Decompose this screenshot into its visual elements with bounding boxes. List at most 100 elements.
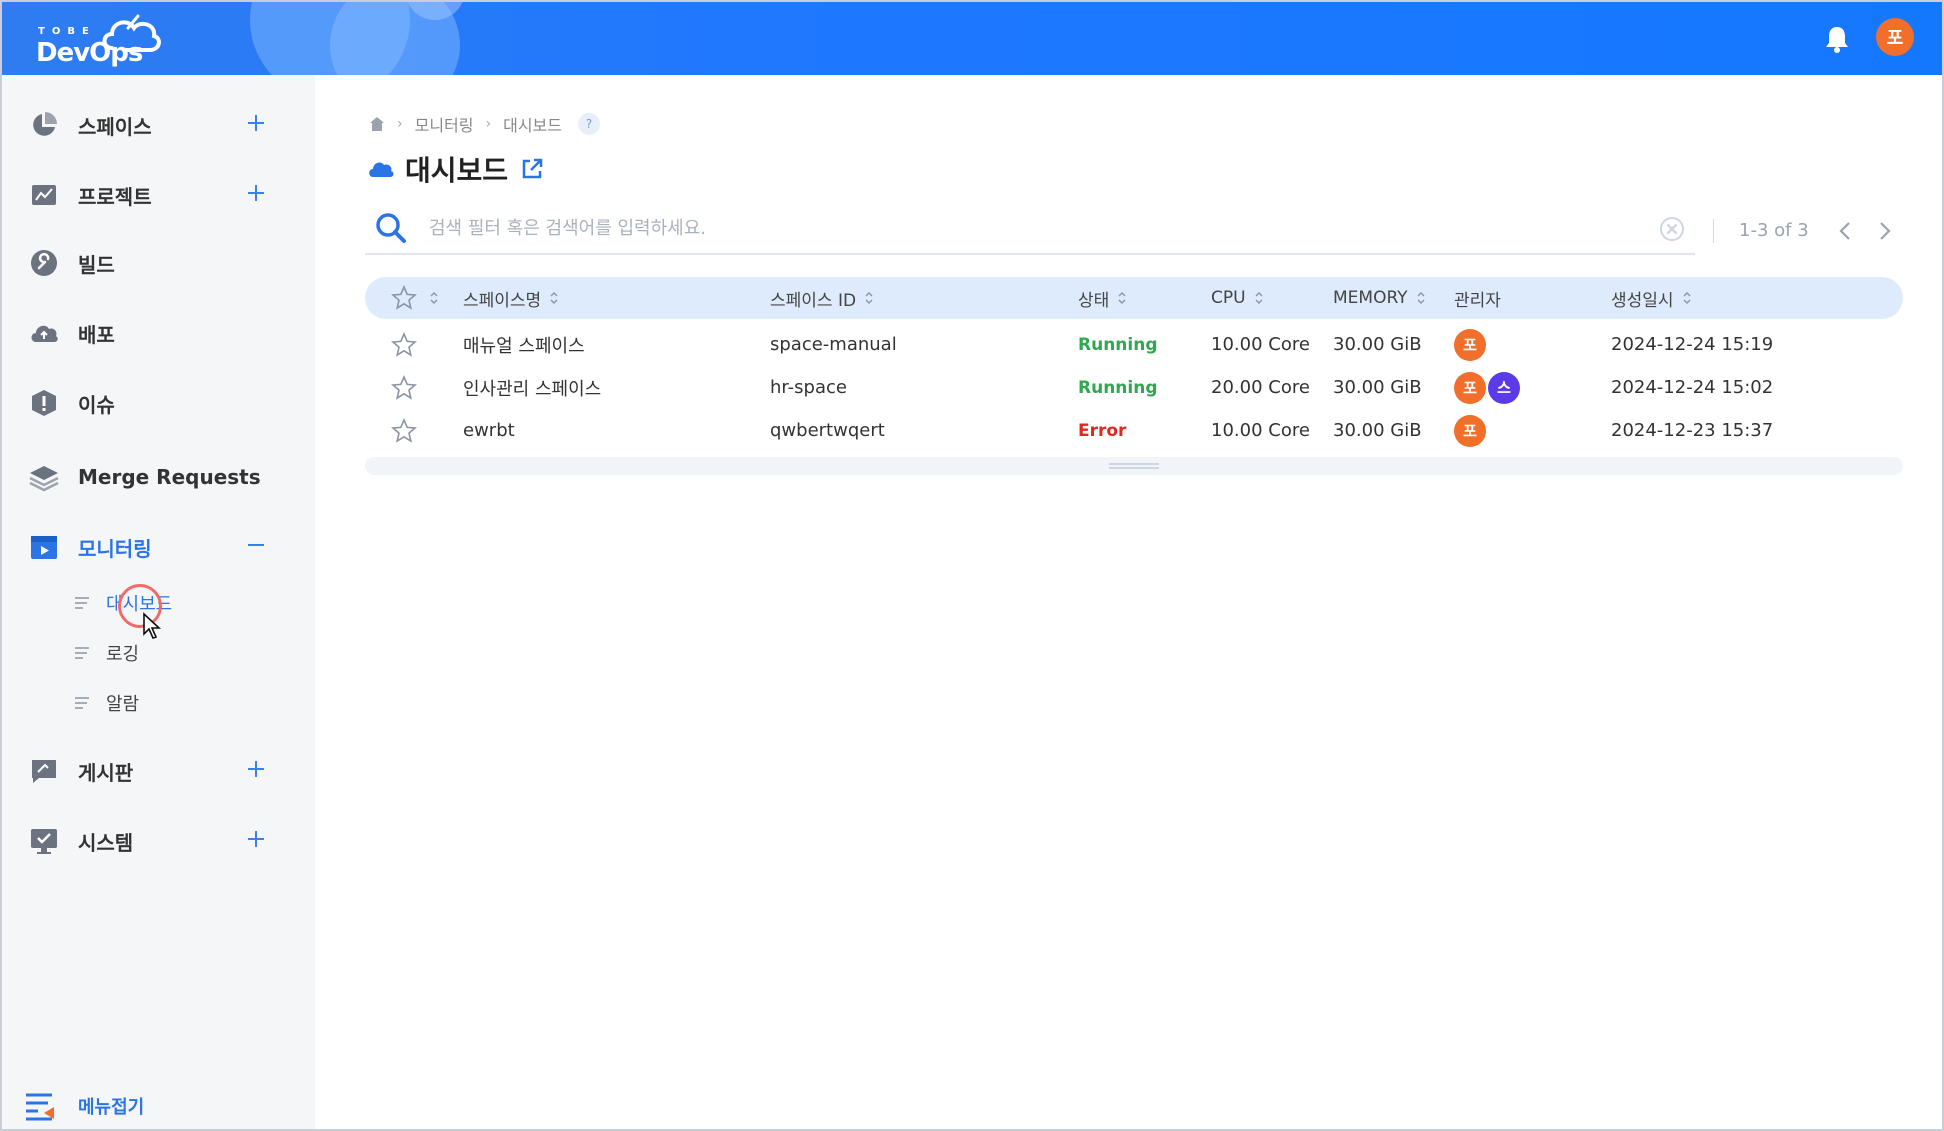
sidebar-subitem-alarm[interactable]: 알람 [74, 686, 139, 720]
sidebar-item-label: 배포 [78, 322, 115, 347]
plus-icon[interactable] [244, 181, 268, 205]
sidebar-item-label: 프로젝트 [78, 184, 152, 209]
avatar[interactable]: 포 [1454, 414, 1486, 447]
menu-collapse-button[interactable]: 메뉴접기 [24, 1091, 144, 1121]
column-header-created[interactable]: 생성일시 [1611, 277, 1692, 319]
sidebar-item-board[interactable]: 게시판 [28, 749, 288, 793]
layers-icon [28, 461, 60, 493]
breadcrumb-separator: › [397, 116, 403, 132]
home-icon[interactable] [369, 116, 385, 132]
app-logo[interactable]: TOBE DevOps [36, 10, 166, 68]
main-content: › 모니터링 › 대시보드 ? 대시보드 1-3 of 3 [315, 75, 1944, 1131]
favorite-star[interactable] [391, 409, 417, 452]
sort-icon[interactable] [1117, 291, 1127, 305]
external-link-icon[interactable] [520, 157, 544, 181]
column-header-label: CPU [1211, 288, 1246, 308]
table-row[interactable]: ewrbt qwbertwqert Error 10.00 Core 30.00… [365, 409, 1903, 452]
avatar[interactable]: 스 [1488, 371, 1520, 404]
breadcrumb: › 모니터링 › 대시보드 ? [369, 112, 600, 136]
space-name-cell[interactable]: ewrbt [463, 409, 515, 452]
star-outline-icon [391, 417, 417, 443]
column-header-label: 생성일시 [1611, 290, 1674, 311]
minus-icon[interactable] [244, 533, 268, 557]
column-header-label: 관리자 [1454, 290, 1501, 311]
created-cell: 2024-12-23 15:37 [1611, 420, 1774, 441]
space-name-cell[interactable]: 매뉴얼 스페이스 [463, 323, 585, 366]
column-header-status[interactable]: 상태 [1078, 277, 1127, 319]
sidebar-item-space[interactable]: 스페이스 [28, 103, 288, 147]
table-resize-bar[interactable] [365, 457, 1903, 475]
manager-cell: 포 스 [1454, 366, 1522, 409]
board-icon [28, 755, 60, 787]
avatar[interactable]: 포 [1454, 328, 1486, 361]
page-title-text: 대시보드 [405, 154, 509, 187]
column-header-cpu[interactable]: CPU [1211, 277, 1264, 319]
star-outline-icon [391, 285, 417, 310]
favorite-column-header[interactable] [391, 277, 439, 319]
avatar[interactable]: 포 [1454, 371, 1486, 404]
status-badge: Running [1078, 377, 1158, 398]
sidebar-item-deploy[interactable]: 배포 [28, 311, 288, 355]
plus-icon[interactable] [244, 827, 268, 851]
resize-handle-icon[interactable] [1109, 463, 1159, 469]
sidebar-item-label: 빌드 [78, 252, 115, 277]
list-lines-icon [75, 597, 89, 609]
sidebar-item-project[interactable]: 프로젝트 [28, 173, 288, 217]
plus-icon[interactable] [244, 757, 268, 781]
cpu-cell: 10.00 Core [1211, 334, 1310, 355]
favorite-star[interactable] [391, 366, 417, 409]
sort-icon[interactable] [549, 291, 559, 305]
search-input[interactable] [429, 217, 1579, 239]
sidebar-item-issue[interactable]: 이슈 [28, 381, 288, 425]
table-row[interactable]: 인사관리 스페이스 hr-space Running 20.00 Core 30… [365, 366, 1903, 409]
wrench-icon [28, 247, 60, 279]
table-row[interactable]: 매뉴얼 스페이스 space-manual Running 10.00 Core… [365, 323, 1903, 366]
manager-cell: 포 [1454, 323, 1488, 366]
pie-chart-icon [28, 109, 60, 141]
chevron-left-icon[interactable] [1835, 219, 1857, 243]
sort-icon[interactable] [1254, 291, 1264, 305]
sort-icon[interactable] [1682, 291, 1692, 305]
space-id-cell: hr-space [770, 377, 847, 398]
system-monitor-icon [28, 825, 60, 857]
user-avatar[interactable]: 포 [1876, 18, 1914, 56]
help-icon[interactable]: ? [578, 113, 600, 135]
plus-icon[interactable] [244, 111, 268, 135]
sidebar-item-monitoring[interactable]: 모니터링 [28, 525, 288, 569]
sort-icon[interactable] [429, 291, 439, 305]
sidebar-item-label: 모니터링 [78, 536, 152, 561]
created-cell: 2024-12-24 15:19 [1611, 334, 1774, 355]
sidebar-subitem-logging[interactable]: 로깅 [74, 636, 139, 670]
project-chart-icon [28, 179, 60, 211]
column-header-space-name[interactable]: 스페이스명 [463, 277, 559, 319]
search-bar [365, 203, 1695, 255]
space-name-cell[interactable]: 인사관리 스페이스 [463, 366, 601, 409]
sort-icon[interactable] [1416, 291, 1426, 305]
breadcrumb-item[interactable]: 모니터링 [415, 112, 474, 136]
column-header-memory[interactable]: MEMORY [1333, 277, 1426, 319]
sort-icon[interactable] [864, 291, 874, 305]
column-header-space-id[interactable]: 스페이스 ID [770, 277, 874, 319]
clear-icon[interactable] [1660, 217, 1684, 241]
bell-icon[interactable] [1822, 24, 1852, 54]
menu-collapse-label: 메뉴접기 [78, 1097, 145, 1118]
sidebar-item-build[interactable]: 빌드 [28, 241, 288, 285]
star-outline-icon [391, 374, 417, 400]
chevron-right-icon[interactable] [1873, 219, 1895, 243]
column-header-label: 스페이스명 [463, 290, 542, 311]
column-header-manager: 관리자 [1454, 277, 1501, 319]
sidebar-item-label: 게시판 [78, 760, 134, 785]
sidebar-subitem-label: 로깅 [106, 644, 140, 665]
status-badge: Running [1078, 334, 1158, 355]
breadcrumb-separator: › [485, 116, 492, 132]
search-icon[interactable] [375, 212, 407, 244]
alert-icon [28, 387, 60, 419]
sidebar-item-system[interactable]: 시스템 [28, 819, 288, 863]
memory-cell: 30.00 GiB [1333, 420, 1422, 441]
sidebar-item-merge-requests[interactable]: Merge Requests [28, 455, 288, 499]
cloud-upload-icon [28, 317, 60, 349]
favorite-star[interactable] [391, 323, 417, 366]
page-title: 대시보드 [367, 149, 544, 189]
space-id-cell: qwbertwqert [770, 420, 885, 441]
monitor-play-icon [28, 531, 60, 563]
